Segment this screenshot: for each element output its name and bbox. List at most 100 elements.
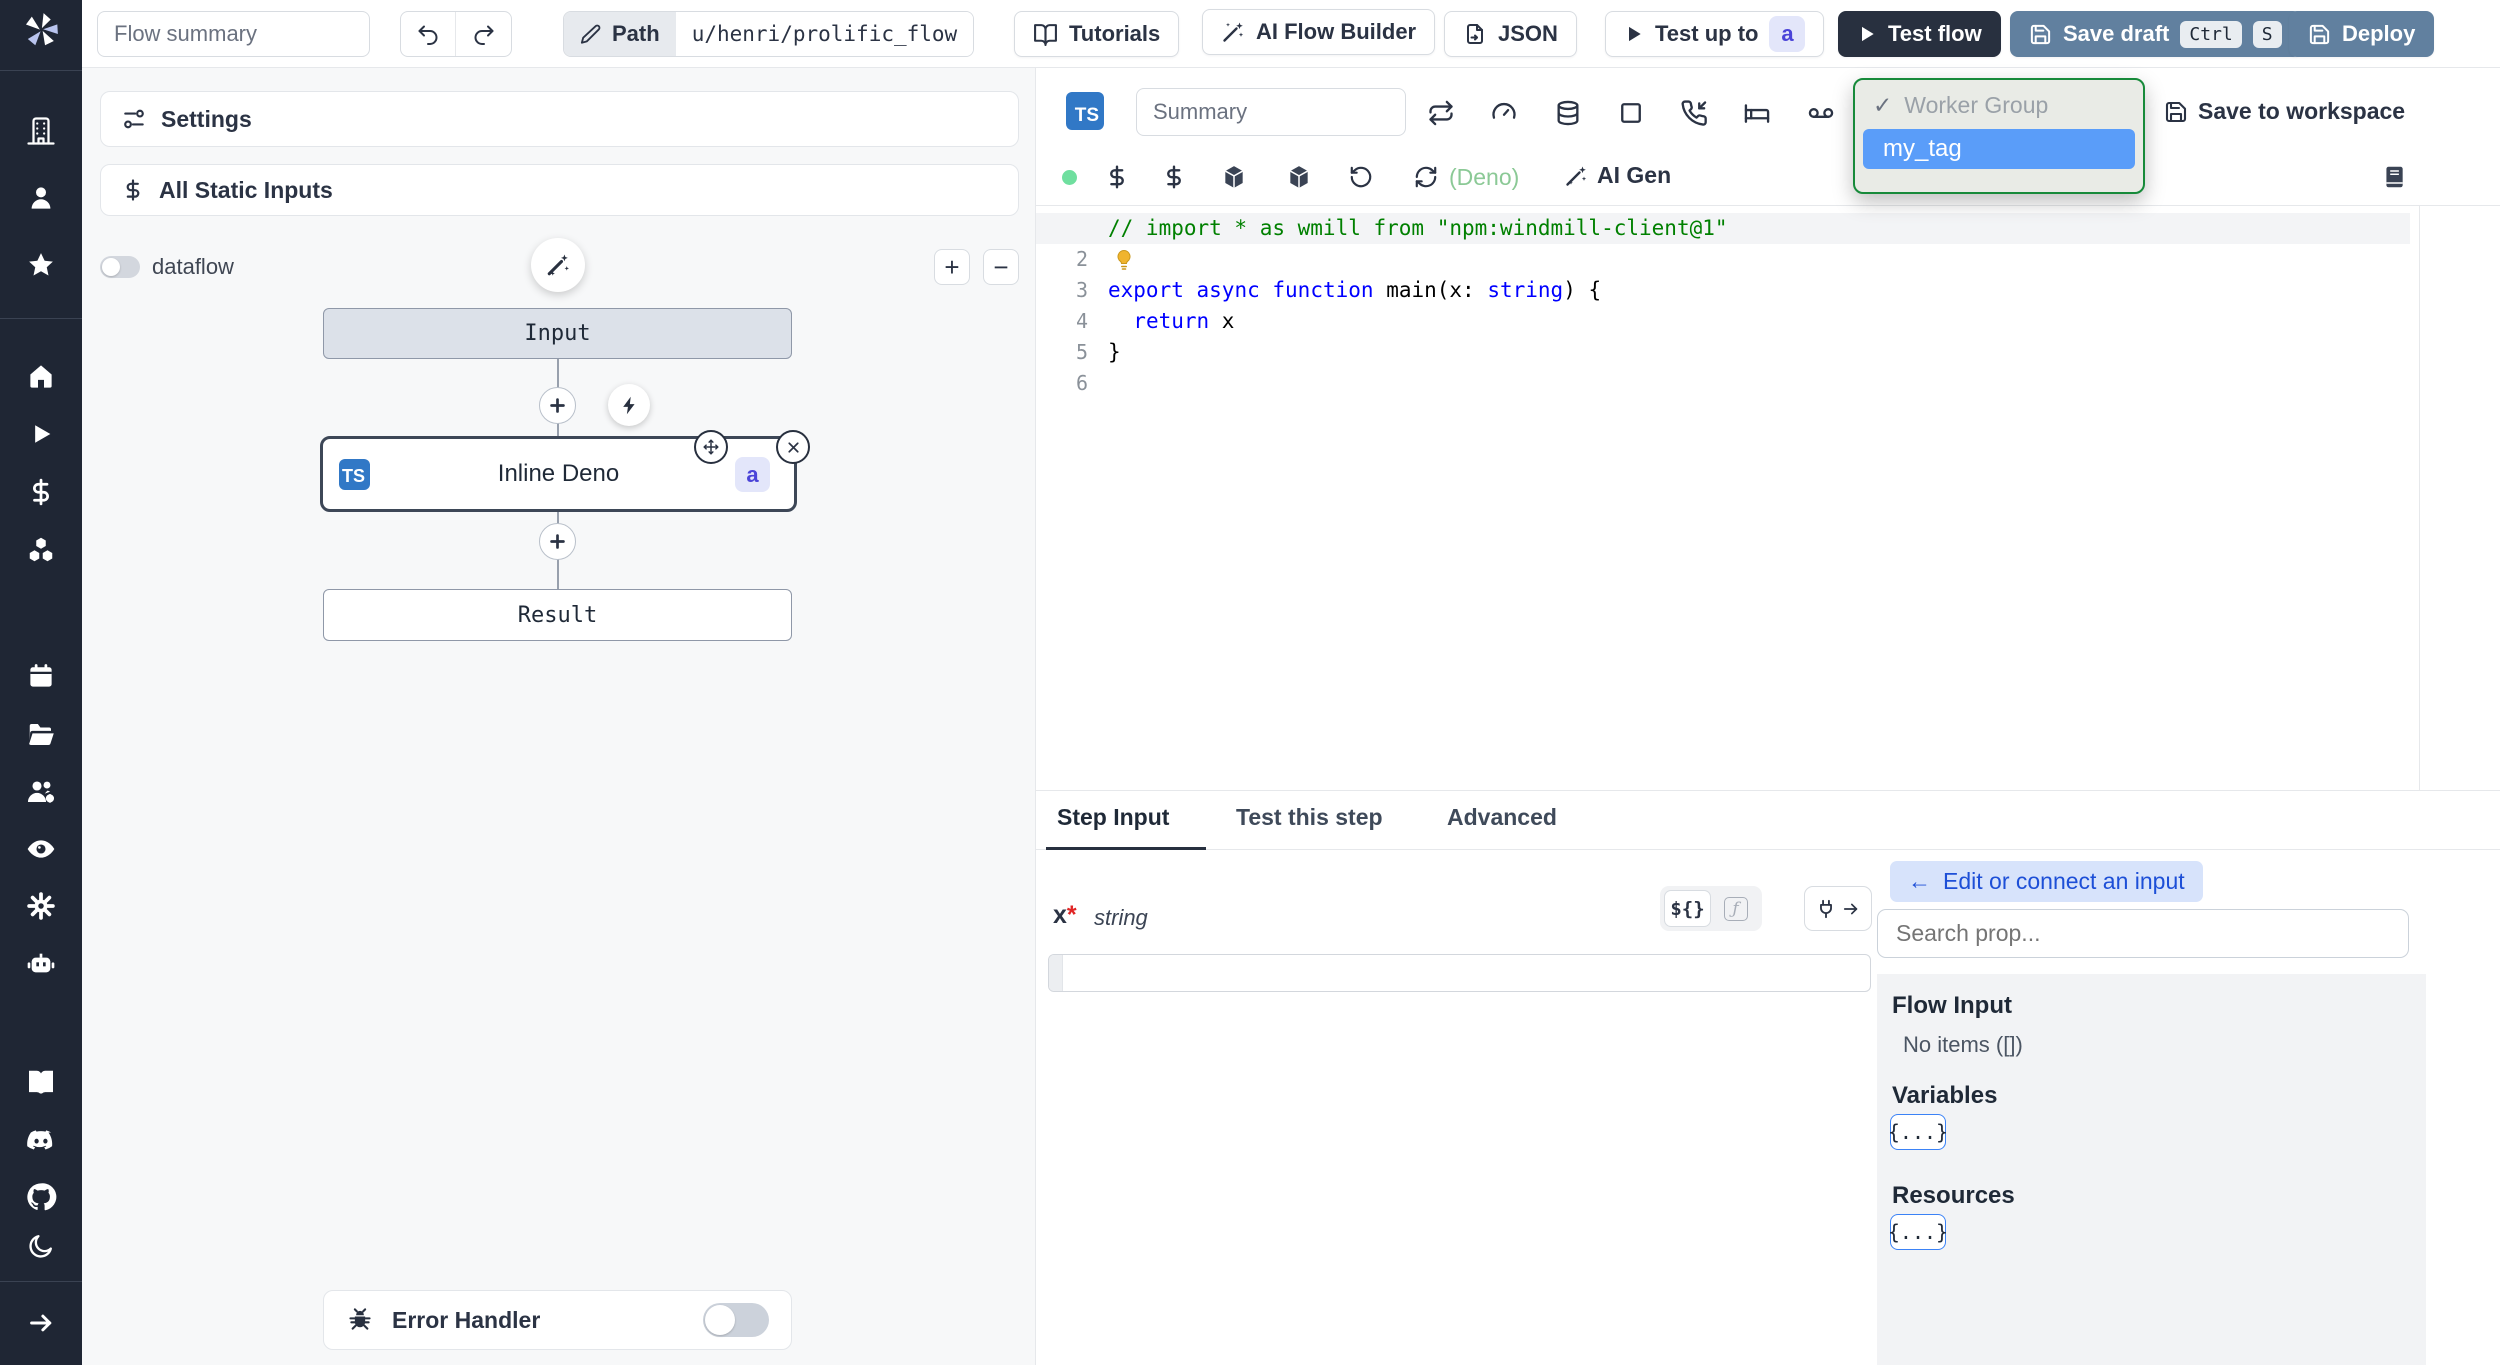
json-button[interactable]: JSON xyxy=(1444,11,1577,57)
plus-icon xyxy=(550,534,565,549)
trigger-button[interactable] xyxy=(608,384,650,426)
deploy-button[interactable]: Deploy xyxy=(2289,11,2435,57)
sleep-bed-icon[interactable] xyxy=(1743,99,1771,127)
step-summary-input[interactable] xyxy=(1136,88,1406,136)
delete-step-button[interactable] xyxy=(776,430,810,464)
path-control[interactable]: Path u/henri/prolific_flow xyxy=(563,11,975,57)
concurrency-gauge-icon[interactable] xyxy=(1490,99,1518,127)
resource-picker-icon[interactable] xyxy=(1161,164,1187,190)
sidebar-item-workspace[interactable] xyxy=(0,109,82,153)
arrow-left-icon: ← xyxy=(1908,868,1931,894)
tab-step-input[interactable]: Step Input xyxy=(1057,804,1169,831)
mock-voicemail-icon[interactable] xyxy=(1807,99,1835,127)
early-stop-icon[interactable] xyxy=(1617,99,1645,127)
save-draft-label: Save draft xyxy=(2063,21,2170,46)
ai-wand-button[interactable] xyxy=(531,238,585,292)
zoom-in-button[interactable]: + xyxy=(934,249,970,285)
error-handler-toggle[interactable] xyxy=(703,1303,769,1337)
flow-summary-input[interactable] xyxy=(97,11,370,57)
error-handler-row[interactable]: Error Handler xyxy=(323,1290,792,1350)
refresh-runtime-icon[interactable] xyxy=(1413,164,1439,190)
sidebar-expand-icon[interactable] xyxy=(0,1301,82,1345)
test-up-to-label: Test up to xyxy=(1655,21,1759,46)
move-step-button[interactable] xyxy=(694,430,728,464)
test-flow-label: Test flow xyxy=(1888,21,1982,46)
editor-divider xyxy=(1036,205,2500,206)
result-node[interactable]: Result xyxy=(323,589,792,641)
sidebar-item-audit-logs[interactable] xyxy=(0,827,82,871)
save-to-workspace-button[interactable]: Save to workspace xyxy=(2164,98,2405,125)
variable-picker-icon[interactable] xyxy=(1104,164,1130,190)
check-icon: ✓ xyxy=(1873,92,1893,118)
sidebar-item-home[interactable] xyxy=(0,354,82,398)
package-icon[interactable] xyxy=(1286,164,1312,190)
path-edit-button[interactable]: Path xyxy=(564,12,676,56)
sidebar-item-folders[interactable] xyxy=(0,712,82,756)
windmill-logo-icon[interactable] xyxy=(0,8,82,52)
topbar: Path u/henri/prolific_flow Tutorials AI … xyxy=(82,0,2500,68)
cache-database-icon[interactable] xyxy=(1554,99,1582,127)
variables-object-chip[interactable]: {...} xyxy=(1888,1114,1948,1150)
template-mode-button[interactable]: ${} xyxy=(1664,890,1711,927)
lightbulb-icon[interactable] xyxy=(1112,248,1136,272)
function-mode-button[interactable]: ƒ xyxy=(1713,890,1758,927)
sidebar-item-favorites[interactable] xyxy=(0,243,82,287)
step-id-badge: a xyxy=(1769,16,1806,52)
connect-input-button[interactable] xyxy=(1804,886,1872,931)
save-icon xyxy=(2309,24,2330,44)
wand-sparkles-icon xyxy=(1566,166,1587,186)
save-draft-button[interactable]: Save draft Ctrl S xyxy=(2010,11,2301,57)
tutorials-button[interactable]: Tutorials xyxy=(1014,11,1180,57)
status-dot xyxy=(1062,170,1077,185)
path-value[interactable]: u/henri/prolific_flow xyxy=(675,12,974,56)
worker-group-dropdown[interactable]: ✓ Worker Group my_tag xyxy=(1853,78,2145,194)
search-prop-input[interactable] xyxy=(1877,909,2409,958)
worker-tag-option-selected[interactable]: my_tag xyxy=(1863,129,2135,169)
ai-flow-builder-button[interactable]: AI Flow Builder xyxy=(1202,9,1436,55)
runtime-label[interactable]: (Deno) xyxy=(1449,164,1519,191)
input-node[interactable]: Input xyxy=(323,308,792,359)
sidebar-item-groups[interactable] xyxy=(0,770,82,814)
sidebar-item-schedules[interactable] xyxy=(0,654,82,698)
ai-gen-button[interactable]: AI Gen xyxy=(1564,162,1671,189)
add-step-button[interactable] xyxy=(539,387,576,424)
field-value-input[interactable] xyxy=(1048,954,1871,992)
suspend-phone-icon[interactable] xyxy=(1680,99,1708,127)
sidebar-item-resources[interactable] xyxy=(0,528,82,572)
test-up-to-button[interactable]: Test up to a xyxy=(1605,11,1825,57)
sidebar-item-user[interactable] xyxy=(0,176,82,220)
play-icon xyxy=(1862,26,1874,42)
code-editor[interactable]: // import * as wmill from "npm:windmill-… xyxy=(1108,213,2410,399)
dataflow-toggle[interactable] xyxy=(100,256,140,278)
resources-object-chip[interactable]: {...} xyxy=(1888,1214,1948,1250)
sidebar-item-docs[interactable] xyxy=(0,1060,82,1104)
undo-button[interactable] xyxy=(401,12,456,56)
tab-advanced[interactable]: Advanced xyxy=(1447,804,1557,831)
package-icon[interactable] xyxy=(1221,164,1247,190)
sidebar-item-github[interactable] xyxy=(0,1175,82,1219)
arrow-right-icon xyxy=(1843,903,1858,914)
add-step-button[interactable] xyxy=(539,523,576,560)
flow-settings-row[interactable]: Settings xyxy=(100,91,1019,147)
edit-or-connect-chip[interactable]: ← Edit or connect an input xyxy=(1890,861,2203,902)
retry-icon[interactable] xyxy=(1427,99,1455,127)
sidebar-item-variables[interactable] xyxy=(0,470,82,514)
zoom-out-button[interactable]: − xyxy=(983,249,1019,285)
sidebar-item-runs[interactable] xyxy=(0,412,82,456)
all-static-inputs-row[interactable]: All Static Inputs xyxy=(100,164,1019,216)
sidebar-divider xyxy=(0,70,82,71)
book-open-icon xyxy=(1034,23,1057,46)
script-library-icon[interactable] xyxy=(2381,164,2407,190)
sidebar-item-settings[interactable] xyxy=(0,884,82,928)
tab-test-this-step[interactable]: Test this step xyxy=(1236,804,1383,831)
sliders-icon xyxy=(124,109,144,129)
sidebar-item-dark-mode[interactable] xyxy=(0,1224,82,1268)
sidebar-item-workers[interactable] xyxy=(0,941,82,985)
sidebar-item-discord[interactable] xyxy=(0,1119,82,1163)
json-label: JSON xyxy=(1498,21,1558,46)
error-handler-label: Error Handler xyxy=(392,1306,541,1333)
test-flow-button[interactable]: Test flow xyxy=(1838,11,2001,57)
redo-button[interactable] xyxy=(456,12,511,56)
worker-group-option[interactable]: ✓ Worker Group xyxy=(1863,92,2135,119)
reset-rotate-icon[interactable] xyxy=(1348,164,1374,190)
